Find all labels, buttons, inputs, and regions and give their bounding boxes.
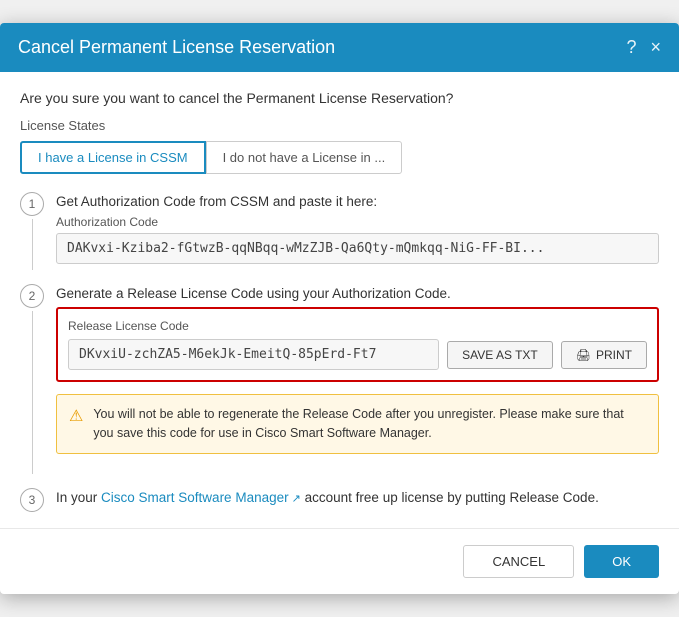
step1-section: 1 Get Authorization Code from CSSM and p…	[20, 192, 659, 270]
ok-button[interactable]: OK	[584, 545, 659, 578]
header-icons: ? ×	[626, 37, 661, 58]
help-icon[interactable]: ?	[626, 37, 636, 58]
dialog-footer: CANCEL OK	[0, 528, 679, 594]
print-icon: 🖨	[576, 348, 591, 362]
step1-title: Get Authorization Code from CSSM and pas…	[56, 192, 659, 209]
close-icon[interactable]: ×	[650, 37, 661, 58]
step1-circle: 1	[20, 192, 44, 216]
step3-section: 3 In your Cisco Smart Software Manager a…	[20, 488, 659, 514]
print-label: PRINT	[596, 348, 632, 362]
warning-box: ⚠ You will not be able to regenerate the…	[56, 394, 659, 454]
auth-code-value: DAKvxi-Kziba2-fGtwzB-qqNBqq-wMzZJB-Qa6Qt…	[56, 233, 659, 264]
license-tab-group: I have a License in CSSM I do not have a…	[20, 141, 659, 174]
step1-content: Get Authorization Code from CSSM and pas…	[56, 192, 659, 270]
cancel-plr-dialog: Cancel Permanent License Reservation ? ×…	[0, 23, 679, 594]
dialog-header: Cancel Permanent License Reservation ? ×	[0, 23, 679, 72]
step3-circle: 3	[20, 488, 44, 512]
step1-indicator: 1	[20, 192, 44, 270]
step2-content: Generate a Release License Code using yo…	[56, 284, 659, 474]
cancel-button[interactable]: CANCEL	[463, 545, 574, 578]
step3-text: In your Cisco Smart Software Manager acc…	[56, 488, 659, 508]
license-states-label: License States	[20, 118, 659, 133]
auth-code-label: Authorization Code	[56, 215, 659, 229]
release-code-label: Release License Code	[68, 319, 647, 333]
step2-circle: 2	[20, 284, 44, 308]
cssm-link[interactable]: Cisco Smart Software Manager	[101, 490, 301, 505]
step2-indicator: 2	[20, 284, 44, 474]
tab-no-license[interactable]: I do not have a License in ...	[206, 141, 403, 174]
step3-text-after: account free up license by putting Relea…	[301, 490, 599, 505]
print-button[interactable]: 🖨 PRINT	[561, 341, 647, 369]
warning-text: You will not be able to regenerate the R…	[93, 405, 646, 443]
save-as-txt-button[interactable]: SAVE AS TXT	[447, 341, 553, 369]
release-code-value: DKvxiU-zchZA5-M6ekJk-EmeitQ-85pErd-Ft7	[68, 339, 439, 370]
step3-indicator: 3	[20, 488, 44, 514]
step2-section: 2 Generate a Release License Code using …	[20, 284, 659, 474]
warning-icon: ⚠	[69, 406, 83, 426]
dialog-body: Are you sure you want to cancel the Perm…	[0, 72, 679, 514]
release-code-box: Release License Code DKvxiU-zchZA5-M6ekJ…	[56, 307, 659, 382]
step1-line	[32, 219, 33, 270]
tab-has-license[interactable]: I have a License in CSSM	[20, 141, 206, 174]
dialog-title: Cancel Permanent License Reservation	[18, 37, 335, 58]
save-txt-label: SAVE AS TXT	[462, 348, 538, 362]
release-code-row: DKvxiU-zchZA5-M6ekJk-EmeitQ-85pErd-Ft7 S…	[68, 339, 647, 370]
step3-content: In your Cisco Smart Software Manager acc…	[56, 488, 659, 514]
step2-title: Generate a Release License Code using yo…	[56, 284, 659, 301]
step2-line	[32, 311, 33, 474]
confirm-text: Are you sure you want to cancel the Perm…	[20, 90, 659, 106]
step3-text-before: In your	[56, 490, 101, 505]
